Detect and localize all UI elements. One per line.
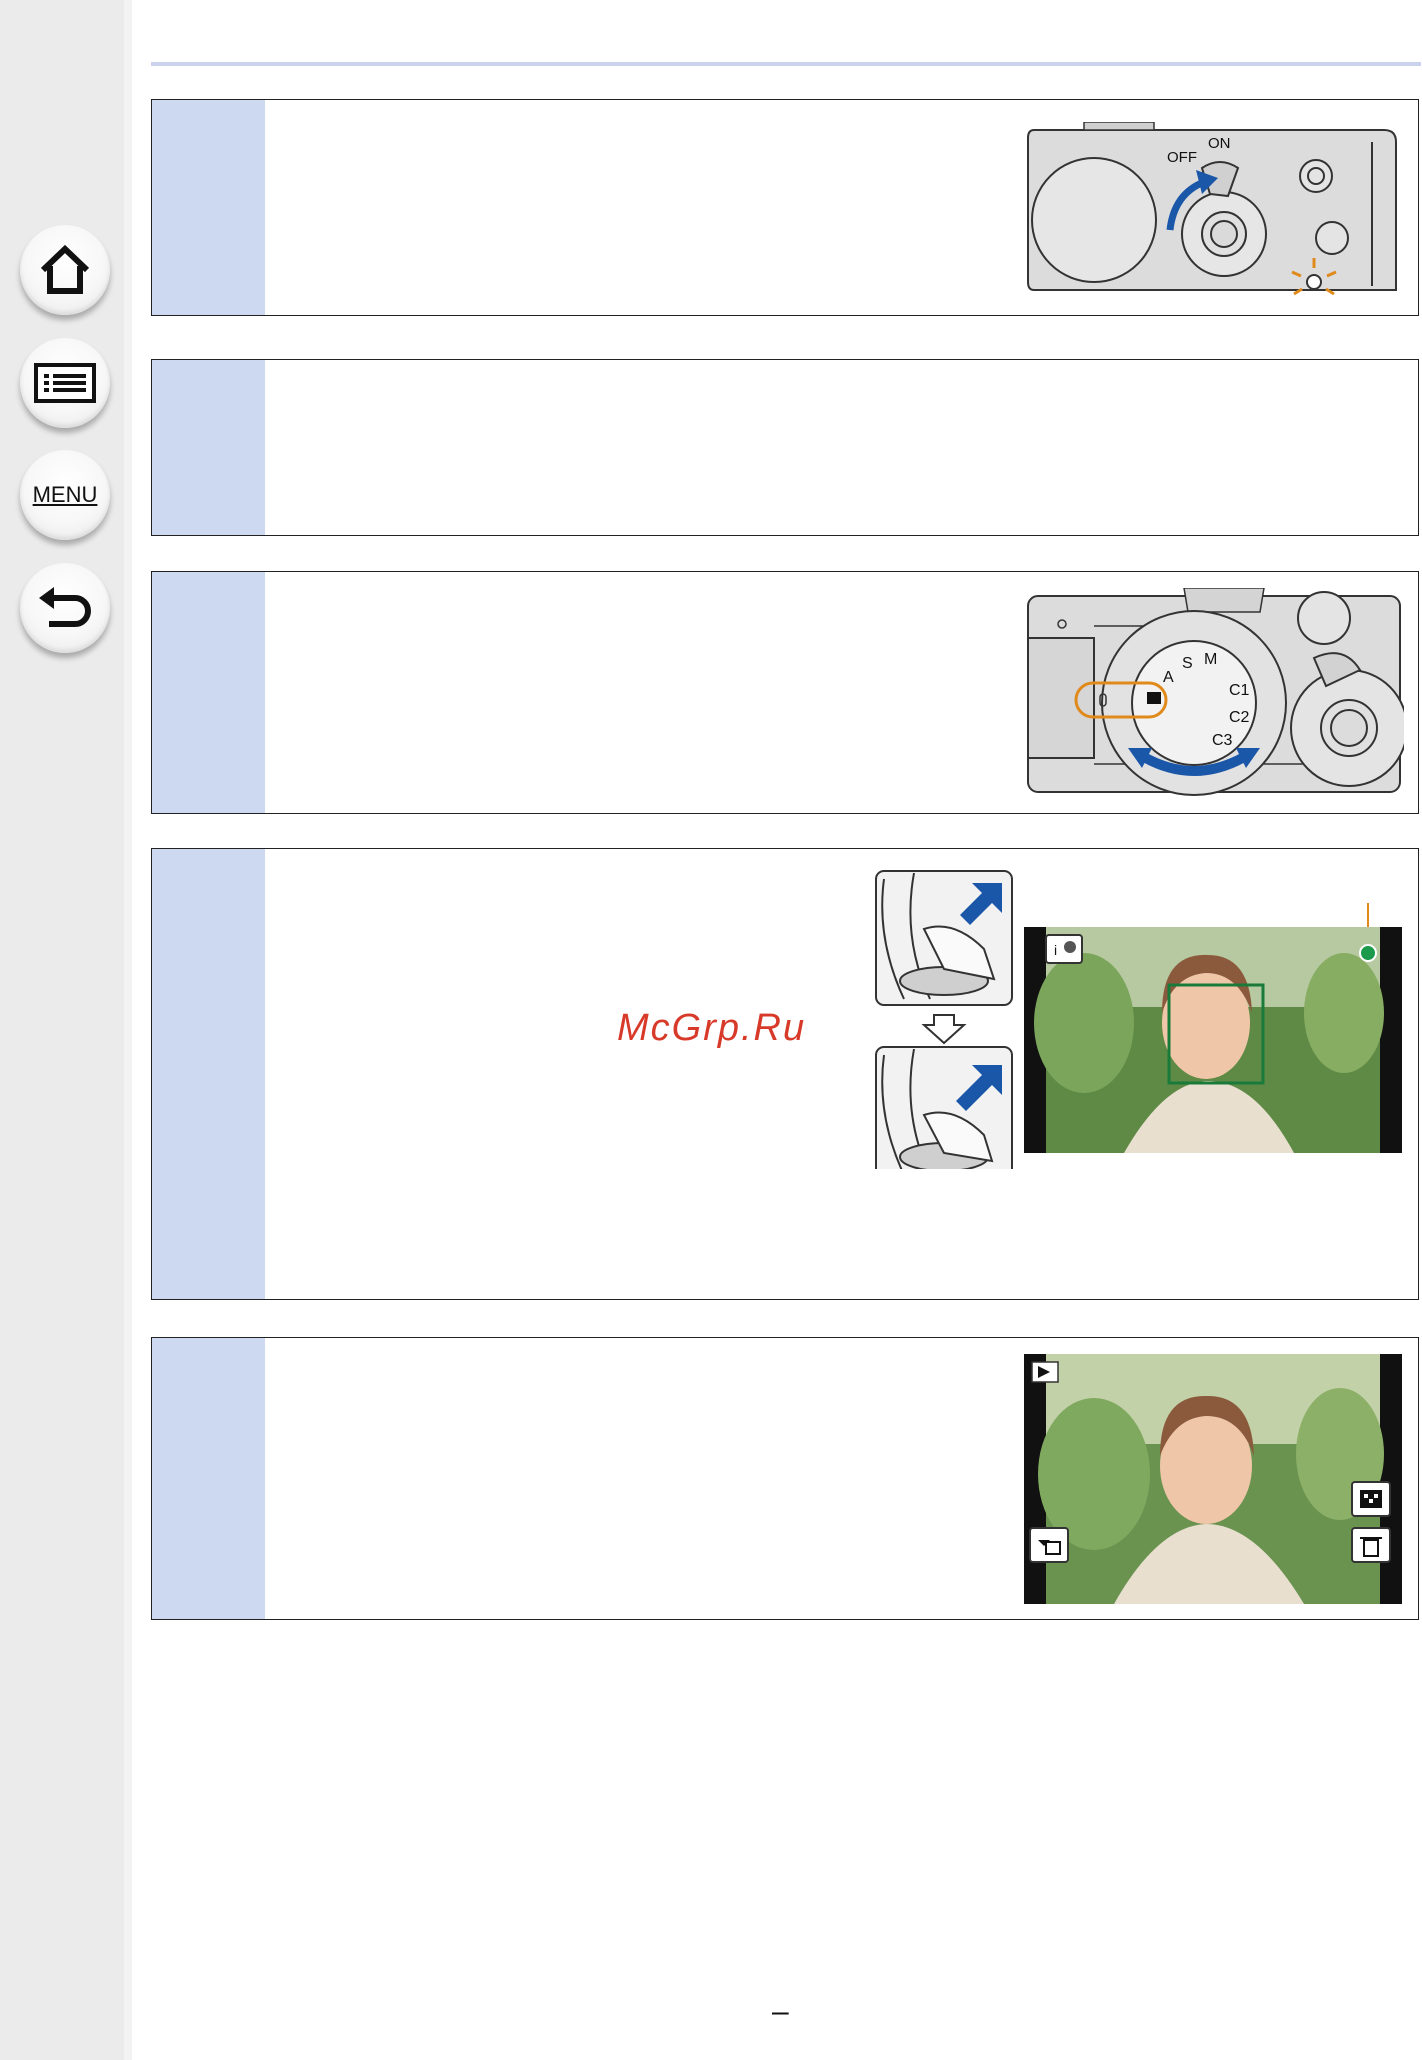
page-number: – (772, 1995, 789, 2028)
step-4: i (151, 848, 1419, 1300)
header-rule (151, 62, 1421, 66)
back-button[interactable] (20, 563, 110, 653)
contents-button[interactable] (20, 338, 110, 428)
step-1: OFF ON (151, 99, 1419, 316)
svg-text:i: i (1054, 942, 1057, 958)
menu-label: MENU (32, 482, 98, 507)
dial-letter-c1: C1 (1229, 682, 1250, 699)
step-5-tab (152, 1338, 265, 1619)
shooting-screen-illustration: i (1024, 903, 1402, 1153)
step-4-tab (152, 849, 265, 1299)
camera-power-switch-illustration: OFF ON (1027, 122, 1397, 296)
watermark: McGrp.Ru (617, 1007, 807, 1049)
step-2 (151, 359, 1419, 536)
dial-letter-a: A (1163, 669, 1174, 686)
playback-screen-illustration (1024, 1354, 1402, 1604)
home-button[interactable] (20, 225, 110, 315)
mode-dial-illustration: A S M C1 C2 C3 (1027, 588, 1404, 796)
power-on-label: ON (1208, 135, 1231, 152)
dial-letter-c2: C2 (1229, 709, 1250, 726)
power-off-label: OFF (1167, 149, 1197, 166)
dial-letter-m: M (1204, 651, 1217, 668)
list-icon (34, 363, 96, 403)
home-icon (40, 244, 90, 294)
back-arrow-icon (39, 587, 91, 627)
step-5 (151, 1337, 1419, 1620)
step-3-tab (152, 572, 265, 813)
sidebar-edge (124, 0, 132, 2060)
step-3: A S M C1 C2 C3 (151, 571, 1419, 814)
shutter-press-illustration (875, 870, 1013, 1169)
menu-button[interactable]: MENU (20, 450, 110, 540)
step-2-tab (152, 360, 265, 535)
step-1-tab (152, 100, 265, 315)
dial-letter-c3: C3 (1212, 732, 1233, 749)
dial-letter-s: S (1182, 655, 1193, 672)
